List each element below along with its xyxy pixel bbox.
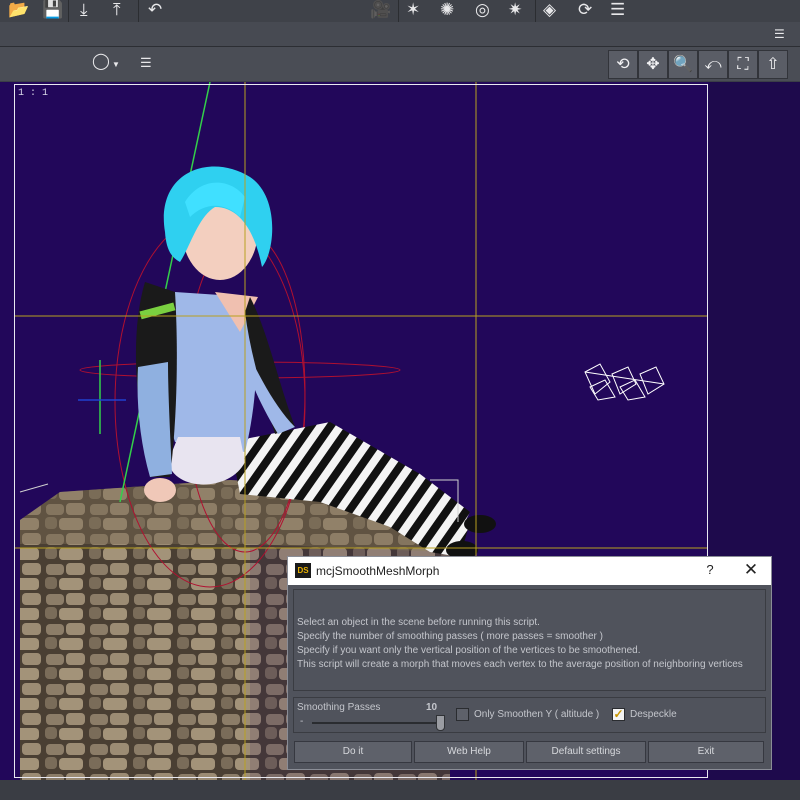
light-spot-icon[interactable]: ✶ [406, 0, 420, 20]
separator [138, 0, 139, 22]
pane-header: ☰ [0, 22, 800, 47]
chevron-down-icon[interactable]: ▼ [112, 55, 120, 75]
info-line: Specify the number of smoothing passes (… [297, 631, 603, 642]
separator [398, 0, 399, 22]
separator [68, 0, 69, 22]
export-icon[interactable]: ⤒ [113, 0, 121, 20]
only-smoothen-y-checkbox[interactable] [456, 708, 469, 721]
web-help-button[interactable]: Web Help [414, 741, 524, 763]
camera-icon[interactable]: 🎥 [370, 0, 391, 20]
info-line: Specify if you want only the vertical po… [297, 645, 641, 656]
frame-selected-icon[interactable]: ⛶ [728, 50, 758, 79]
info-line: This script will create a morph that mov… [297, 659, 743, 670]
texture-icon[interactable]: ◈ [543, 0, 556, 20]
help-button[interactable]: ? [702, 562, 718, 580]
close-button[interactable]: ✕ [740, 560, 762, 582]
light-linear-icon[interactable]: ✷ [508, 0, 522, 20]
bottom-bar [0, 780, 800, 800]
light-point-icon[interactable]: ✺ [440, 0, 454, 20]
viewport-menu-icon[interactable]: ☰ [140, 53, 152, 73]
roll-camera-icon[interactable]: ⤺ [698, 50, 728, 79]
info-line: Select an object in the scene before run… [297, 617, 540, 628]
info-panel: Select an object in the scene before run… [293, 589, 766, 691]
open-icon[interactable]: 📂 [8, 0, 29, 20]
do-it-button[interactable]: Do it [294, 741, 412, 763]
orbit-camera-icon[interactable]: ⟲ [608, 50, 638, 79]
default-settings-button[interactable]: Default settings [526, 741, 646, 763]
aspect-label: 1 : 1 [18, 88, 49, 99]
light-distant-icon[interactable]: ◎ [475, 0, 490, 20]
undo-icon[interactable]: ↶ [148, 0, 162, 20]
reset-view-icon[interactable]: ⇧ [758, 50, 788, 79]
node-icon[interactable]: ⟳ [578, 0, 592, 20]
pan-camera-icon[interactable]: ✥ [638, 50, 668, 79]
despeckle-checkbox[interactable]: ✓ [612, 708, 625, 721]
separator [535, 0, 536, 22]
import-icon[interactable]: ⤓ [80, 0, 88, 20]
exit-button[interactable]: Exit [648, 741, 764, 763]
smooth-mesh-morph-dialog: DS mcjSmoothMeshMorph ? ✕ Select an obje… [287, 556, 772, 770]
pane-menu-icon[interactable]: ☰ [774, 24, 785, 44]
main-toolbar: 📂 💾 ⤓ ⤒ ↶ 🎥 ✶ ✺ ◎ ✷ ◈ ⟳ ☰ [0, 0, 800, 22]
align-icon[interactable]: ☰ [610, 0, 625, 20]
slider-thumb[interactable] [436, 715, 445, 731]
smoothing-passes-slider[interactable] [312, 722, 442, 724]
zoom-camera-icon[interactable]: 🔍 [668, 50, 698, 79]
despeckle-label: Despeckle [630, 709, 677, 720]
slider-min-mark: - [300, 716, 304, 727]
daz-studio-logo-icon: DS [295, 563, 311, 578]
options-panel: Smoothing Passes 10 - Only Smoothen Y ( … [293, 697, 766, 733]
dialog-title: mcjSmoothMeshMorph [316, 564, 440, 578]
dialog-titlebar[interactable]: DS mcjSmoothMeshMorph ? ✕ [288, 557, 771, 585]
only-smoothen-y-label: Only Smoothen Y ( altitude ) [474, 709, 600, 720]
shading-mode-icon[interactable]: ◯ [92, 52, 110, 72]
save-icon[interactable]: 💾 [42, 0, 63, 20]
smoothing-passes-label: Smoothing Passes [297, 702, 381, 713]
smoothing-passes-value: 10 [426, 702, 438, 713]
